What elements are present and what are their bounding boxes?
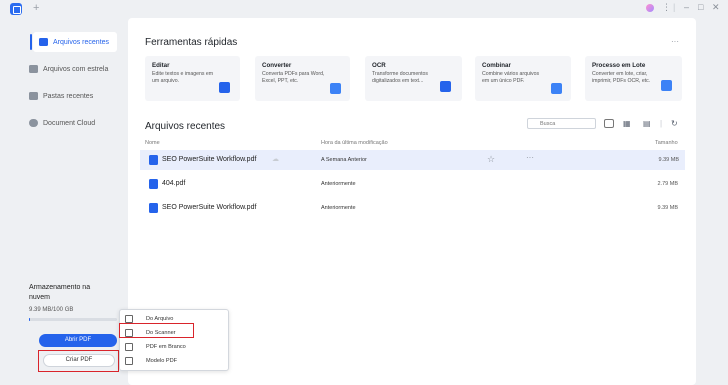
- tool-card-title: OCR: [372, 62, 386, 69]
- tool-card-title: Processo em Lote: [592, 62, 646, 69]
- pdf-file-icon: [149, 179, 158, 189]
- refresh-icon[interactable]: ↻: [671, 119, 678, 128]
- file-modified: Anteriormente: [321, 205, 356, 211]
- highlight-box-scanner: [119, 323, 194, 338]
- quick-tools-title: Ferramentas rápidas: [145, 37, 238, 48]
- search-input[interactable]: [527, 118, 596, 129]
- cloud-status-icon: ☁: [272, 156, 279, 163]
- convert-icon: [330, 83, 341, 94]
- menu-item-pdf-template[interactable]: Modelo PDF: [122, 355, 226, 367]
- create-pdf-menu: Do Arquivo Do Scanner PDF em Branco Mode…: [119, 309, 229, 371]
- close-button[interactable]: ✕: [712, 2, 720, 13]
- delete-icon[interactable]: ▤: [643, 119, 651, 128]
- tool-card-edit[interactable]: Editar Edite textos e imagens em um arqu…: [145, 56, 240, 101]
- template-icon: [125, 357, 133, 365]
- tool-card-combine[interactable]: Combinar Combine vários arquivos em um ú…: [475, 56, 571, 101]
- file-size: 2.79 MB: [657, 181, 678, 187]
- tool-card-desc: Transforme documentos digitalizados em t…: [372, 71, 429, 84]
- recent-files-title: Arquivos recentes: [145, 121, 226, 132]
- storage-progress-fill: [29, 318, 30, 321]
- column-header-name[interactable]: Nome: [145, 140, 160, 146]
- file-name: 404.pdf: [162, 180, 186, 187]
- pdf-file-icon: [149, 155, 158, 165]
- grid-view-icon[interactable]: ▦: [623, 119, 631, 128]
- minimize-button[interactable]: –: [684, 2, 689, 12]
- maximize-button[interactable]: □: [698, 2, 703, 12]
- sidebar-item-label: Arquivos com estrela: [43, 65, 109, 73]
- blank-page-icon: [125, 343, 133, 351]
- column-header-size[interactable]: Tamanho: [655, 140, 678, 146]
- tool-card-desc: Converta PDFs para Word, Excel, PPT, etc…: [262, 71, 325, 84]
- table-row[interactable]: 404.pdf Anteriormente 2.79 MB: [145, 174, 684, 194]
- menu-icon[interactable]: ⋮: [662, 2, 671, 13]
- right-gutter: [697, 18, 728, 385]
- tool-card-batch[interactable]: Processo em Lote Converter em lote, cria…: [585, 56, 682, 101]
- sidebar-item-recent-files[interactable]: Arquivos recentes: [33, 32, 117, 52]
- app-logo-icon: [10, 3, 22, 15]
- sidebar-item-label: Document Cloud: [43, 119, 96, 127]
- batch-icon: [661, 80, 672, 91]
- edit-icon: [219, 82, 230, 93]
- storage-title: Armazenamento na nuvem: [29, 284, 91, 301]
- tool-card-title: Converter: [262, 62, 292, 69]
- table-row[interactable]: SEO PowerSuite Workflow.pdf Anteriorment…: [145, 198, 684, 218]
- file-size: 9.39 MB: [657, 205, 678, 211]
- sidebar-item-label: Pastas recentes: [43, 92, 94, 100]
- sidebar-item-document-cloud[interactable]: Document Cloud: [29, 113, 115, 133]
- table-row[interactable]: SEO PowerSuite Workflow.pdf ☁ A Semana A…: [140, 150, 685, 170]
- recent-files-icon: [39, 38, 48, 46]
- ocr-icon: [440, 81, 451, 92]
- tool-card-convert[interactable]: Converter Converta PDFs para Word, Excel…: [255, 56, 350, 101]
- sidebar-item-recent-folders[interactable]: Pastas recentes: [29, 86, 115, 106]
- more-options-button[interactable]: ···: [671, 37, 679, 46]
- star-files-icon: [29, 65, 38, 73]
- tool-card-desc: Edite textos e imagens em um arquivo.: [152, 71, 214, 84]
- tool-card-title: Combinar: [482, 62, 511, 69]
- open-pdf-button[interactable]: Abrir PDF: [39, 334, 117, 347]
- file-name: SEO PowerSuite Workflow.pdf: [162, 204, 257, 211]
- file-name: SEO PowerSuite Workflow.pdf: [162, 156, 257, 163]
- cloud-icon: [29, 119, 38, 127]
- file-size: 9.39 MB: [658, 157, 679, 163]
- list-view-button[interactable]: [604, 119, 614, 128]
- menu-item-label: Do Arquivo: [146, 316, 174, 322]
- file-modified: Anteriormente: [321, 181, 356, 187]
- new-tab-button[interactable]: +: [33, 2, 39, 14]
- combine-icon: [551, 83, 562, 94]
- storage-usage-text: 9.39 MB/100 GB: [29, 307, 74, 313]
- pdf-file-icon: [149, 203, 158, 213]
- menu-item-label: Modelo PDF: [146, 358, 178, 364]
- tool-card-desc: Converter em lote, criar, imprimir, PDFs…: [592, 71, 651, 84]
- star-icon[interactable]: ☆: [487, 154, 495, 165]
- more-icon[interactable]: ···: [526, 153, 534, 162]
- active-indicator: [30, 34, 32, 50]
- column-header-modified[interactable]: Hora da última modificação: [321, 140, 388, 146]
- divider: |: [673, 2, 676, 12]
- menu-item-label: PDF em Branco: [146, 344, 186, 350]
- user-avatar[interactable]: [646, 4, 654, 12]
- folder-icon: [125, 315, 133, 323]
- highlight-box-create-pdf: [38, 350, 119, 372]
- menu-item-blank-pdf[interactable]: PDF em Branco: [122, 341, 226, 353]
- folder-icon: [29, 92, 38, 100]
- sidebar-item-starred-files[interactable]: Arquivos com estrela: [29, 59, 115, 79]
- sidebar-item-label: Arquivos recentes: [53, 38, 110, 46]
- tool-card-ocr[interactable]: OCR Transforme documentos digitalizados …: [365, 56, 462, 101]
- divider: |: [660, 119, 663, 128]
- file-modified: A Semana Anterior: [321, 157, 367, 163]
- tool-card-desc: Combine vários arquivos em um único PDF.: [482, 71, 540, 84]
- storage-progress-bar: [29, 318, 117, 321]
- title-bar: + ⋮ | – □ ✕: [0, 0, 728, 18]
- tool-card-title: Editar: [152, 62, 170, 69]
